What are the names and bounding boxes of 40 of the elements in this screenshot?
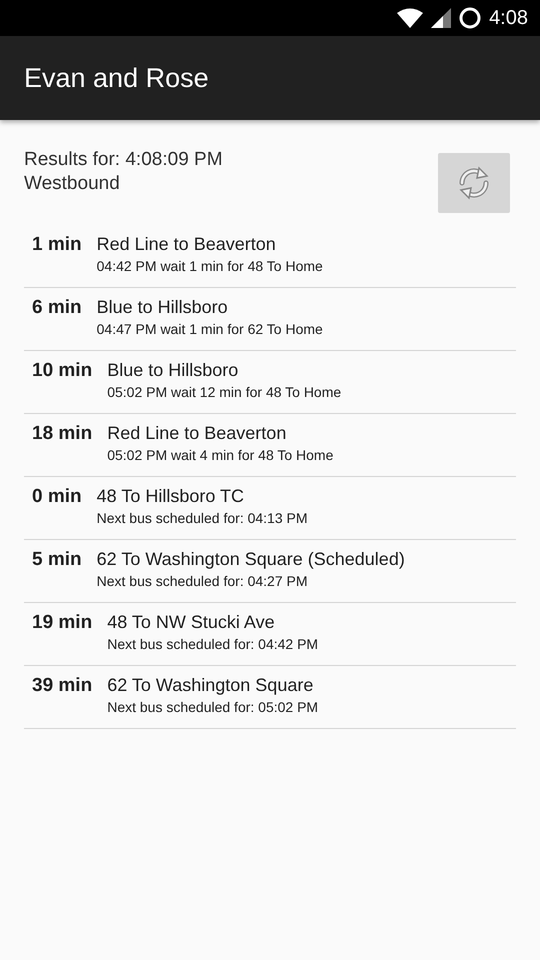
arrival-row[interactable]: 6 min Blue to Hillsboro 04:47 PM wait 1 min for 62 To Home	[24, 288, 516, 351]
status-time: 4:08	[489, 6, 528, 30]
route-title: Red Line to Beaverton	[96, 233, 277, 256]
arrival-row[interactable]: 10 min Blue to Hillsboro 05:02 PM wait 12 min for 48 To Home	[24, 351, 516, 414]
eta-text: 1 min	[32, 233, 82, 256]
route-detail: 05:02 PM wait 12 min for 48 To Home	[107, 383, 342, 402]
signal-icon	[431, 8, 452, 28]
route-title: 48 To NW Stucki Ave	[107, 611, 276, 634]
route-title: Blue to Hillsboro	[96, 296, 229, 319]
arrival-row[interactable]: 39 min 62 To Washington Square Next bus scheduled for: 05:02 PM	[24, 666, 516, 729]
eta-text: 6 min	[32, 296, 82, 319]
eta-text: 0 min	[32, 485, 82, 508]
arrival-row[interactable]: 1 min Red Line to Beaverton 04:42 PM wait 1 min for 48 To Home	[24, 225, 516, 288]
battery-icon	[459, 7, 482, 29]
route-detail: 04:42 PM wait 1 min for 48 To Home	[96, 257, 323, 276]
arrival-row[interactable]: 5 min 62 To Washington Square (Scheduled) Next bus scheduled for: 04:27 PM	[24, 540, 516, 603]
wifi-icon	[397, 8, 424, 28]
arrival-row[interactable]: 18 min Red Line to Beaverton 05:02 PM wait 4 min for 48 To Home	[24, 414, 516, 477]
route-detail: Next bus scheduled for: 05:02 PM	[107, 698, 318, 717]
route-detail: 04:47 PM wait 1 min for 62 To Home	[96, 320, 323, 339]
route-detail: Next bus scheduled for: 04:42 PM	[107, 635, 318, 654]
arrival-row[interactable]: 19 min 48 To NW Stucki Ave Next bus scheduled for: 04:42 PM	[24, 603, 516, 666]
route-title: Blue to Hillsboro	[107, 359, 240, 382]
direction-label: Westbound	[24, 172, 121, 196]
route-detail: Next bus scheduled for: 04:27 PM	[96, 572, 309, 591]
eta-text: 10 min	[32, 359, 92, 382]
route-title: 62 To Washington Square (Scheduled)	[96, 548, 405, 571]
route-title: 48 To Hillsboro TC	[96, 485, 246, 508]
eta-text: 19 min	[32, 611, 92, 634]
route-detail: 05:02 PM wait 4 min for 48 To Home	[107, 446, 334, 465]
eta-text: 5 min	[32, 548, 82, 571]
eta-text: 39 min	[32, 674, 92, 697]
app-title: Evan and Rose	[24, 62, 209, 94]
eta-text: 18 min	[32, 422, 92, 445]
route-title: Red Line to Beaverton	[107, 422, 288, 445]
route-title: 62 To Washington Square	[107, 674, 314, 697]
results-time: Results for: 4:08:09 PM	[24, 148, 223, 172]
route-detail: Next bus scheduled for: 04:13 PM	[96, 509, 308, 528]
refresh-button[interactable]	[438, 153, 510, 213]
arrival-row[interactable]: 0 min 48 To Hillsboro TC Next bus scheduled for: 04:13 PM	[24, 477, 516, 540]
